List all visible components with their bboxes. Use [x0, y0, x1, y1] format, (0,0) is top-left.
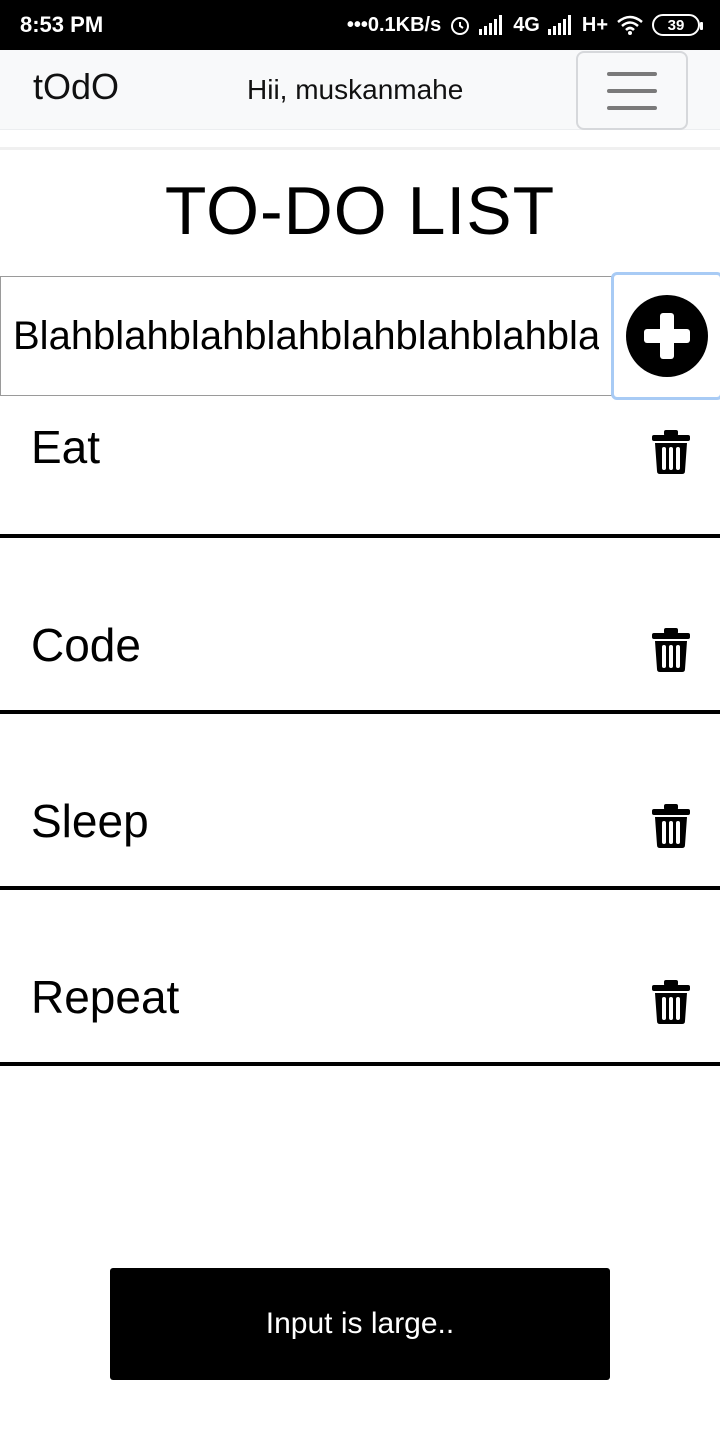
wifi-icon: [617, 15, 643, 35]
status-time: 8:53 PM: [20, 12, 104, 37]
trash-icon[interactable]: [652, 628, 690, 672]
trash-icon[interactable]: [652, 430, 690, 474]
list-item: Repeat: [0, 890, 720, 1066]
add-todo-form: [0, 272, 720, 400]
toast-message: Input is large..: [110, 1268, 610, 1380]
plus-circle-icon: [626, 295, 708, 377]
todo-label: Code: [31, 619, 141, 671]
list-item: Code: [0, 538, 720, 714]
signal-icon-2: [547, 15, 571, 35]
todo-label: Sleep: [31, 795, 149, 847]
alarm-icon: [451, 17, 470, 35]
trash-icon[interactable]: [652, 804, 690, 848]
network-4g: 4G: [513, 13, 540, 36]
network-speed: •••0.1KB/s: [346, 13, 442, 36]
trash-icon[interactable]: [652, 980, 690, 1024]
status-indicators: •••0.1KB/s 4G H+ 39: [346, 13, 703, 37]
hamburger-icon-line: [607, 105, 657, 110]
hamburger-icon-line: [607, 88, 657, 93]
todo-input[interactable]: [0, 276, 612, 396]
todo-label: Eat: [31, 421, 101, 473]
battery-indicator: 39: [652, 14, 703, 36]
list-item: Eat: [0, 396, 720, 538]
todo-list: Eat Code Sleep Repeat: [0, 396, 720, 1066]
list-item: Sleep: [0, 714, 720, 890]
page-title: TO-DO LIST: [164, 173, 556, 249]
add-todo-button[interactable]: [611, 272, 720, 400]
todo-label: Repeat: [31, 971, 180, 1023]
brand-logo[interactable]: tOdO: [33, 66, 119, 108]
status-bar: 8:53 PM •••0.1KB/s 4G H+ 39: [0, 0, 720, 50]
header-divider: [0, 147, 720, 150]
menu-toggle-button[interactable]: [576, 51, 688, 130]
network-hplus: H+: [581, 13, 608, 36]
hamburger-icon: [607, 71, 657, 76]
user-greeting: Hii, muskanmahe: [247, 74, 464, 105]
signal-icon: [479, 15, 503, 35]
navbar: tOdO Hii, muskanmahe: [0, 50, 720, 130]
